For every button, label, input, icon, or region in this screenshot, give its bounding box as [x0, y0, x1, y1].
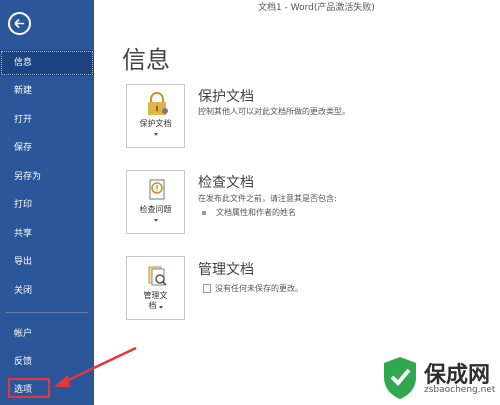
chevron-down-icon	[159, 306, 163, 309]
manage-document-description-text: 没有任何未保存的更改。	[215, 284, 303, 293]
nav-item-print[interactable]: 打印	[0, 192, 94, 218]
annotation-arrow-icon	[54, 346, 137, 387]
page-title: 信息	[122, 46, 170, 74]
protect-document-button[interactable]: 保护文档	[126, 84, 185, 148]
inspect-bullet-text: 文档属性和作者的姓名	[216, 208, 296, 217]
nav-item-info[interactable]: 信息	[0, 50, 94, 76]
manage-document-description: 没有任何未保存的更改。	[203, 283, 303, 294]
nav-item-export[interactable]: 导出	[0, 249, 94, 275]
back-button[interactable]	[8, 12, 31, 35]
inspect-document-description: 在发布此文件之前，请注意其是否包含:	[198, 194, 337, 203]
inspect-document-title: 检查文档	[198, 175, 254, 191]
shield-logo-icon	[384, 357, 416, 399]
check-for-issues-label: 检查问题	[139, 205, 172, 214]
nav-item-new[interactable]: 新建	[0, 78, 94, 104]
manage-document-title: 管理文档	[198, 262, 254, 278]
protect-document-title: 保护文档	[198, 89, 254, 105]
manage-document-icon	[148, 266, 167, 286]
bullet-icon	[202, 210, 206, 215]
nav-item-save-as[interactable]: 另存为	[0, 164, 94, 190]
check-for-issues-button[interactable]: 检查问题	[126, 170, 185, 234]
watermark-url: zsbaocheng.net	[424, 385, 496, 395]
inspect-bullet-item: 文档属性和作者的姓名	[202, 207, 296, 218]
back-arrow-icon	[14, 18, 24, 29]
nav-item-account[interactable]: 帐户	[0, 321, 94, 347]
manage-document-button[interactable]: 管理文 档	[126, 256, 185, 320]
nav-item-open[interactable]: 打开	[0, 107, 94, 133]
chevron-down-icon	[154, 219, 158, 222]
manage-document-label-line2: 档	[148, 301, 157, 310]
watermark: 保成网 zsbaocheng.net	[380, 355, 500, 405]
protect-document-description: 控制其他人可以对此文档所做的更改类型。	[198, 107, 350, 116]
nav-item-share[interactable]: 共享	[0, 221, 94, 247]
manage-document-label-line1: 管理文	[143, 291, 168, 300]
chevron-down-icon	[154, 133, 158, 136]
lock-icon	[148, 92, 168, 115]
window-title: 文档1 - Word(产品激活失败)	[258, 3, 375, 13]
protect-document-label: 保护文档	[139, 119, 172, 128]
nav-item-save[interactable]: 保存	[0, 135, 94, 161]
document-small-icon	[203, 284, 211, 293]
options-highlight-box	[8, 378, 50, 398]
sidebar-divider	[6, 312, 88, 313]
nav-item-close[interactable]: 关闭	[0, 278, 94, 304]
inspect-document-icon	[149, 179, 165, 200]
